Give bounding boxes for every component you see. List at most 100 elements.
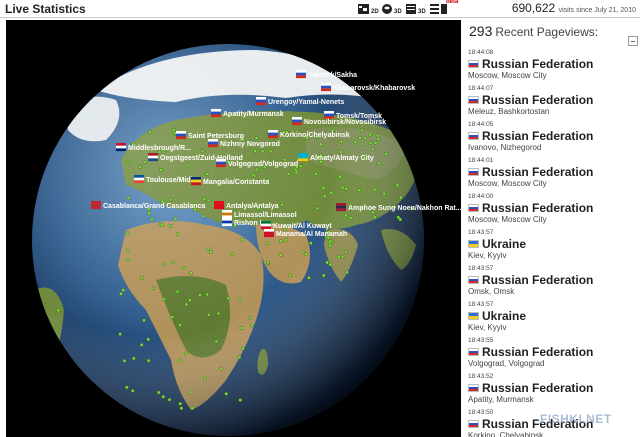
visit-dot: [168, 224, 173, 228]
entry-country: Russian Federation: [468, 93, 630, 107]
city-label[interactable]: Yakutsk/Sakha: [296, 70, 357, 79]
svg-text:3D: 3D: [418, 9, 426, 15]
russia-flag-icon: [468, 348, 479, 356]
visit-dot: [206, 312, 211, 317]
city-label[interactable]: Novosibirsk/Novosibirsk: [292, 117, 386, 126]
visit-dot: [344, 249, 348, 254]
label-flag-icon: [268, 135, 278, 139]
city-label[interactable]: Khabarovsk/Khabarovsk: [321, 83, 415, 92]
flat-map-view-icon[interactable]: 2D: [357, 3, 379, 15]
city-label[interactable]: Almaty/Almaty City: [298, 153, 374, 162]
visit-dot: [146, 358, 151, 363]
city-label-text: Almaty/Almaty City: [310, 155, 374, 162]
pageviews-feed[interactable]: 18:44:08 Russian Federation Moscow, Moscow…: [465, 48, 630, 437]
city-label[interactable]: Amphoe Sung Noen/Nakhon Rat...: [336, 203, 461, 212]
visit-dot: [126, 160, 130, 165]
visit-dot: [156, 390, 161, 395]
visit-dot: [56, 308, 61, 313]
label-flag-icon: [298, 158, 308, 162]
visit-dot: [189, 390, 194, 395]
visit-dot: [147, 130, 152, 134]
visit-dot: [219, 366, 223, 371]
ukraine-flag-icon: [468, 240, 479, 248]
visit-dot: [301, 249, 306, 254]
label-flag-icon: [336, 205, 346, 209]
collapse-icon[interactable]: [628, 36, 638, 46]
label-flag-icon: [261, 223, 271, 227]
beta-badge: beta: [446, 0, 459, 5]
city-label[interactable]: Middlesbrough/R...: [116, 143, 191, 152]
pageview-entry: 18:44:08 Russian Federation Moscow, Moscow…: [465, 48, 630, 84]
visit-dot: [126, 196, 131, 200]
visit-dot: [226, 296, 231, 301]
label-flag-icon: [211, 109, 221, 112]
label-flag-icon: [216, 161, 226, 165]
globe-shading: [32, 44, 424, 436]
label-flag-icon: [264, 229, 274, 232]
label-flag-icon: [324, 111, 334, 114]
label-flag-icon: [91, 203, 101, 207]
city-label[interactable]: Manama/Al Manamah: [264, 229, 347, 238]
visit-dot: [150, 217, 154, 221]
city-label[interactable]: Limassol/Limassol: [222, 210, 297, 219]
entry-country-name: Russian Federation: [482, 93, 594, 107]
label-flag-icon: [222, 220, 232, 224]
city-label[interactable]: Antalya/Antalya: [214, 201, 279, 210]
entry-time: 18:44:00: [468, 193, 494, 200]
entry-time: 18:44:07: [468, 85, 494, 92]
visit-dot: [345, 270, 349, 274]
entry-country-name: Russian Federation: [482, 381, 594, 395]
globe-view-icon[interactable]: 3D: [381, 3, 403, 15]
visit-dot: [260, 149, 265, 153]
globe-viewport[interactable]: Yakutsk/Sakha Khabarovsk/Khabarovsk Urengo…: [6, 20, 461, 437]
visit-dot: [248, 315, 253, 320]
city-label[interactable]: Volgograd/Volgograd: [216, 159, 298, 168]
visit-dot: [323, 194, 327, 199]
label-flag-icon: [324, 113, 334, 117]
visit-dot: [119, 292, 123, 296]
label-flag-icon: [214, 201, 224, 204]
city-label[interactable]: Korkino/Chelyabinsk: [268, 130, 350, 139]
entry-time: 18:44:08: [468, 49, 494, 56]
pageviews-heading-text: Recent Pageviews:: [495, 25, 599, 39]
entry-country-name: Russian Federation: [482, 201, 594, 215]
visit-dot: [198, 293, 202, 297]
label-flag-icon: [116, 148, 126, 152]
entry-city: Moscow, Moscow City: [468, 215, 547, 224]
visit-dot: [239, 326, 243, 330]
table-view-icon[interactable]: 3D: [405, 3, 427, 15]
ukraine-flag-icon: [468, 312, 479, 320]
visit-dot: [398, 195, 403, 200]
entry-city: Korkino, Chelyabinsk: [468, 431, 544, 437]
russia-flag-icon: [468, 168, 479, 176]
label-flag-icon: [216, 164, 226, 168]
entry-city: Apatity, Murmansk: [468, 395, 534, 404]
city-label[interactable]: Mangalia/Constanta: [191, 177, 269, 186]
visit-dot: [375, 133, 380, 138]
visit-dot: [286, 172, 291, 176]
city-label[interactable]: Urengoy/Yamal-Nenets: [256, 97, 344, 106]
visit-dot: [125, 385, 129, 390]
city-label-text: Limassol/Limassol: [234, 212, 297, 219]
label-flag-icon: [191, 179, 201, 183]
visit-dot: [214, 339, 219, 344]
label-flag-icon: [261, 221, 271, 224]
label-flag-icon: [214, 203, 224, 207]
visit-dot: [171, 128, 176, 132]
label-flag-icon: [191, 182, 201, 186]
city-label-text: Novosibirsk/Novosibirsk: [304, 119, 386, 126]
visit-dot: [182, 265, 186, 270]
label-flag-icon: [222, 218, 232, 221]
visit-dot: [382, 191, 387, 196]
visit-dot: [344, 186, 348, 191]
visit-dot: [309, 241, 313, 245]
label-flag-icon: [148, 155, 158, 159]
visit-dot: [307, 276, 311, 280]
city-label-text: Yakutsk/Sakha: [308, 72, 357, 79]
label-flag-icon: [176, 131, 186, 134]
visit-dot: [314, 171, 318, 176]
visit-dot: [216, 311, 221, 316]
entry-country: Russian Federation: [468, 57, 630, 71]
globe-canvas[interactable]: Yakutsk/Sakha Khabarovsk/Khabarovsk Urengo…: [6, 20, 461, 437]
city-label[interactable]: Casablanca/Grand Casablanca: [91, 201, 205, 210]
